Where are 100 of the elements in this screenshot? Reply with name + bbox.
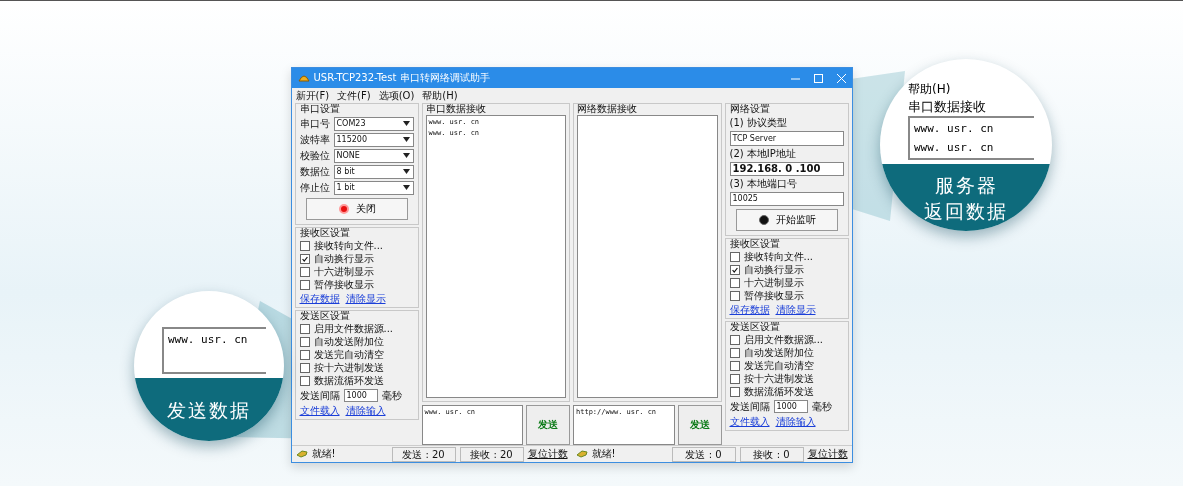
link[interactable]: 保存数据 bbox=[729, 302, 770, 317]
link[interactable]: 清除显示 bbox=[345, 291, 386, 306]
dropdown[interactable]: 115200 bbox=[333, 132, 414, 147]
checkbox[interactable] bbox=[729, 374, 740, 384]
send-button[interactable]: 发送 bbox=[526, 405, 570, 445]
group-title: 发送区设置 bbox=[299, 310, 351, 322]
menu-item[interactable]: 文件(F) bbox=[337, 88, 371, 103]
checkbox[interactable] bbox=[299, 241, 310, 251]
group-title: 网络设置 bbox=[729, 103, 771, 115]
menu-item[interactable]: 选项(O) bbox=[378, 88, 415, 103]
checkbox-label: 自动换行显示 bbox=[313, 253, 374, 265]
checkbox[interactable] bbox=[299, 280, 310, 290]
interval-label: 发送间隔 bbox=[729, 399, 770, 414]
app-logo-icon bbox=[297, 73, 310, 83]
checkbox-label: 暂停接收显示 bbox=[313, 279, 374, 291]
checkbox-label: 自动发送附加位 bbox=[743, 347, 814, 359]
dropdown[interactable]: 8 bit bbox=[333, 164, 414, 179]
send-button[interactable]: 发送 bbox=[677, 405, 722, 445]
menu-item[interactable]: 新开(F) bbox=[295, 88, 330, 103]
dropdown-arrow-icon bbox=[402, 185, 410, 190]
status-text: 就绪! bbox=[591, 447, 617, 461]
checkbox[interactable] bbox=[299, 254, 310, 264]
caption: 返回数据 bbox=[924, 198, 1008, 224]
checkbox-label: 接收转向文件... bbox=[313, 240, 384, 252]
checkbox-label: 启用文件数据源... bbox=[743, 334, 824, 346]
checkbox[interactable] bbox=[299, 324, 310, 334]
field-label: 波特率 bbox=[299, 132, 330, 147]
received-text: www. usr. cn bbox=[914, 122, 995, 135]
checkbox-label: 自动发送附加位 bbox=[313, 336, 384, 348]
reset-counter-link[interactable]: 复位计数 bbox=[527, 447, 568, 461]
dropdown[interactable]: 1 bit bbox=[333, 180, 414, 195]
hand-icon bbox=[295, 449, 308, 459]
sent-counter: 发送 : 20 bbox=[391, 446, 456, 462]
link[interactable]: 文件载入 bbox=[729, 414, 770, 429]
start-listen-button[interactable]: 开始监听 bbox=[735, 209, 838, 231]
reset-counter-link[interactable]: 复位计数 bbox=[807, 447, 848, 461]
dropdown[interactable]: NONE bbox=[333, 148, 414, 163]
checkbox-label: 数据流循环发送 bbox=[313, 375, 384, 387]
checkbox-label: 十六进制显示 bbox=[743, 277, 804, 289]
close-port-button[interactable]: 关闭 bbox=[305, 198, 408, 220]
checkbox[interactable] bbox=[729, 387, 740, 397]
interval-field[interactable]: 1000 bbox=[773, 400, 808, 413]
checkbox-label: 自动换行显示 bbox=[743, 264, 804, 276]
menu-item[interactable]: 帮助(H) bbox=[422, 88, 458, 103]
checkbox-label: 按十六进制发送 bbox=[743, 373, 814, 385]
dropdown[interactable]: COM23 bbox=[333, 116, 414, 131]
checkbox[interactable] bbox=[729, 265, 740, 275]
panel-title: 网络数据接收 bbox=[577, 103, 638, 115]
checkbox-label: 接收转向文件... bbox=[743, 251, 814, 263]
checkbox[interactable] bbox=[729, 348, 740, 358]
checkbox-label: 数据流循环发送 bbox=[743, 386, 814, 398]
checkbox[interactable] bbox=[729, 335, 740, 345]
panel-title: 串口数据接收 bbox=[908, 98, 987, 116]
send-text: www. usr. cn bbox=[168, 333, 249, 346]
dropdown-arrow-icon bbox=[402, 137, 410, 142]
checkbox-label: 发送完自动清空 bbox=[743, 360, 814, 372]
interval-label: 发送间隔 bbox=[299, 388, 340, 403]
field-label: (2) 本地IP地址 bbox=[729, 147, 797, 161]
link[interactable]: 文件载入 bbox=[299, 403, 340, 418]
link[interactable]: 清除显示 bbox=[775, 302, 816, 317]
dropdown-arrow-icon bbox=[402, 153, 410, 158]
field-label: 停止位 bbox=[299, 180, 330, 195]
sent-counter: 发送 : 0 bbox=[671, 446, 736, 462]
caption: 发送数据 bbox=[167, 397, 251, 423]
received-counter: 接收 : 0 bbox=[739, 446, 804, 462]
field-label: 校验位 bbox=[299, 148, 330, 163]
received-counter: 接收 : 20 bbox=[459, 446, 524, 462]
maximize-icon[interactable] bbox=[813, 73, 823, 83]
field-label: (1) 协议类型 bbox=[729, 116, 788, 130]
checkbox-label: 暂停接收显示 bbox=[743, 290, 804, 302]
checkbox[interactable] bbox=[299, 267, 310, 277]
caption: 服务器 bbox=[934, 172, 998, 198]
dropdown[interactable]: TCP Server bbox=[729, 131, 844, 146]
link[interactable]: 清除输入 bbox=[775, 414, 816, 429]
receive-area[interactable] bbox=[577, 115, 718, 398]
checkbox[interactable] bbox=[729, 278, 740, 288]
status-text: 就绪! bbox=[311, 447, 337, 461]
dropdown-arrow-icon bbox=[402, 169, 410, 174]
field-label: 串口号 bbox=[299, 116, 330, 131]
ip-field[interactable]: 192.168. 0 .100 bbox=[729, 162, 844, 176]
checkbox[interactable] bbox=[299, 363, 310, 373]
link[interactable]: 保存数据 bbox=[299, 291, 340, 306]
checkbox[interactable] bbox=[299, 337, 310, 347]
group-title: 发送区设置 bbox=[729, 321, 781, 333]
checkbox[interactable] bbox=[299, 376, 310, 386]
checkbox[interactable] bbox=[729, 361, 740, 371]
port-field[interactable]: 10025 bbox=[729, 192, 844, 206]
interval-field[interactable]: 1000 bbox=[343, 389, 378, 402]
field-label: (3) 本地端口号 bbox=[729, 177, 798, 191]
checkbox-label: 按十六进制发送 bbox=[313, 362, 384, 374]
checkbox-label: 发送完自动清空 bbox=[313, 349, 384, 361]
window-title: USR-TCP232-Test 串口转网络调试助手 bbox=[313, 71, 491, 85]
checkbox[interactable] bbox=[299, 350, 310, 360]
checkbox[interactable] bbox=[729, 252, 740, 262]
field-label: 数据位 bbox=[299, 164, 330, 179]
close-icon[interactable] bbox=[836, 73, 846, 83]
received-text: www. usr. cn bbox=[914, 141, 995, 154]
checkbox[interactable] bbox=[729, 291, 740, 301]
hand-icon bbox=[575, 449, 588, 459]
link[interactable]: 清除输入 bbox=[345, 403, 386, 418]
